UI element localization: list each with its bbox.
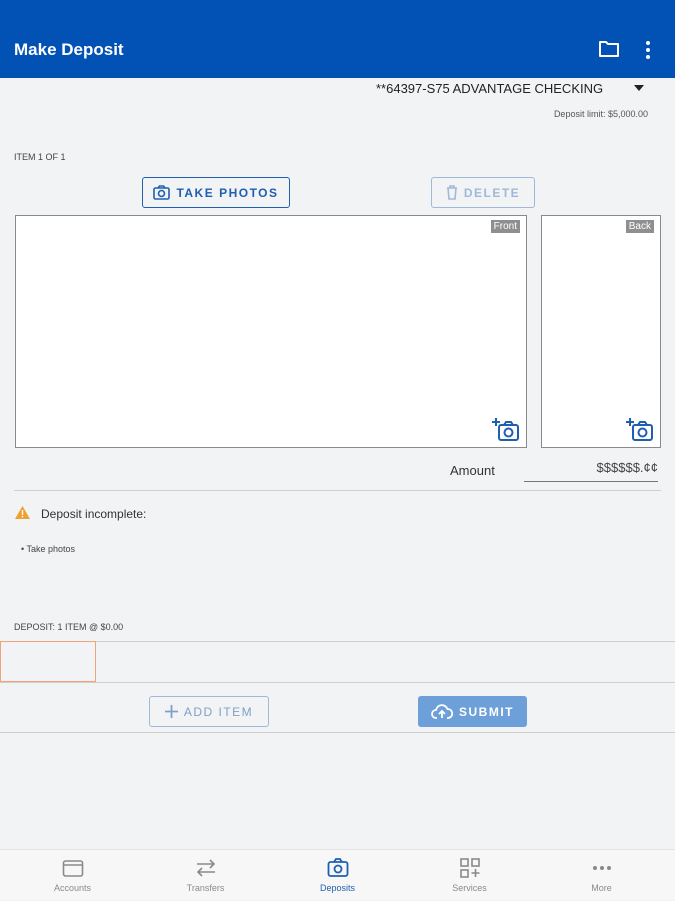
take-photos-button[interactable]: TAKE PHOTOS — [142, 177, 290, 208]
folder-icon[interactable] — [598, 40, 620, 58]
chevron-down-icon[interactable] — [634, 85, 644, 91]
trash-icon — [446, 185, 457, 200]
bottom-nav: Accounts Transfers Deposits Services Mor… — [0, 849, 675, 900]
add-photo-icon[interactable] — [491, 416, 519, 442]
camera-icon — [153, 185, 171, 200]
deposit-limit: Deposit limit: $5,000.00 — [553, 109, 648, 119]
tab-transfers-label: Transfers — [186, 883, 225, 893]
warning-icon — [15, 506, 30, 519]
take-photos-label: TAKE PHOTOS — [176, 185, 279, 200]
front-photo-area[interactable]: Front — [15, 215, 527, 448]
divider — [0, 732, 675, 733]
front-tag: Front — [490, 220, 520, 233]
page-title: Make Deposit — [14, 40, 124, 59]
add-photo-icon[interactable] — [625, 416, 653, 442]
delete-button[interactable]: DELETE — [431, 177, 535, 208]
plus-icon — [164, 705, 178, 718]
tab-accounts[interactable]: Accounts — [5, 850, 140, 901]
tab-services-label: Services — [452, 883, 487, 893]
divider — [0, 641, 675, 642]
tab-more-label: More — [591, 883, 612, 893]
add-item-button[interactable]: ADD ITEM — [149, 696, 269, 727]
add-item-label: ADD ITEM — [183, 704, 254, 719]
cloud-upload-icon — [431, 704, 453, 719]
tab-transfers[interactable]: Transfers — [138, 850, 273, 901]
tab-services[interactable]: Services — [402, 850, 537, 901]
delete-label: DELETE — [463, 185, 521, 200]
deposit-incomplete-text: Deposit incomplete: — [41, 507, 147, 521]
submit-label: SUBMIT — [459, 704, 514, 719]
tab-accounts-label: Accounts — [53, 883, 92, 893]
more-vert-icon[interactable] — [640, 40, 656, 60]
services-grid-icon — [460, 858, 480, 878]
deposit-summary: DEPOSIT: 1 ITEM @ $0.00 — [14, 622, 124, 632]
amount-input[interactable]: $$$$$$.¢¢ — [524, 460, 658, 482]
tab-deposits-label: Deposits — [319, 883, 355, 893]
back-photo-area[interactable]: Back — [541, 215, 661, 448]
divider — [0, 682, 675, 683]
more-horiz-icon — [593, 866, 611, 870]
focus-highlight-box — [0, 641, 96, 682]
tab-more[interactable]: More — [534, 850, 669, 901]
app-bar: Make Deposit — [0, 0, 675, 78]
account-select[interactable]: **64397-S75 ADVANTAGE CHECKING — [376, 81, 603, 96]
submit-button[interactable]: SUBMIT — [418, 696, 527, 727]
item-counter: ITEM 1 OF 1 — [14, 152, 66, 162]
amount-label: Amount — [450, 463, 495, 478]
divider — [14, 490, 661, 491]
camera-icon — [327, 858, 349, 877]
todo-item: • Take photos — [21, 544, 76, 554]
tab-deposits[interactable]: Deposits — [270, 850, 405, 901]
transfer-icon — [196, 859, 216, 877]
back-tag: Back — [625, 220, 654, 233]
wallet-icon — [62, 860, 84, 877]
